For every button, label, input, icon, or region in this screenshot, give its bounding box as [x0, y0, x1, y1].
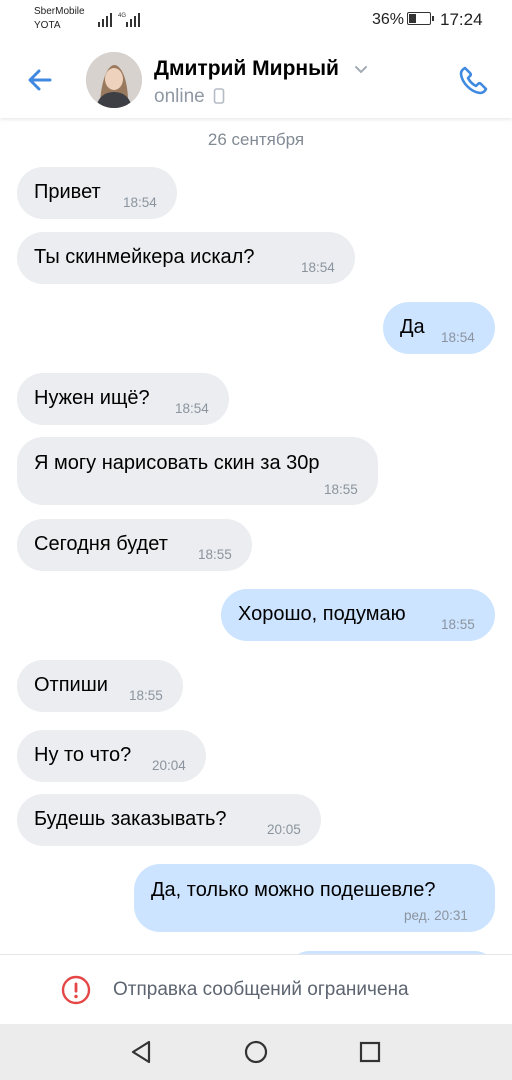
message-time: 18:55: [324, 482, 358, 497]
message-text: Отпиши: [34, 674, 108, 696]
back-arrow-icon[interactable]: [22, 62, 58, 98]
message-text: Ты скинмейкера искал?: [34, 246, 255, 268]
message-text: Да, только можно подешевле?: [151, 879, 436, 901]
message-text: Я могу нарисовать скин за 30р: [34, 452, 320, 474]
carrier-name-1: SberMobile: [34, 6, 85, 17]
restriction-text: Отправка сообщений ограничена: [113, 979, 409, 1000]
message-time: 20:04: [152, 758, 186, 773]
recents-square-icon[interactable]: [355, 1037, 385, 1067]
message-incoming[interactable]: Отпиши 18:55: [17, 660, 183, 712]
online-status: online: [154, 86, 225, 108]
date-separator: 26 сентября: [207, 130, 305, 149]
message-text: Сегодня будет: [34, 533, 168, 555]
message-incoming[interactable]: Сегодня будет 18:55: [17, 519, 252, 571]
system-nav-bar: [0, 1024, 512, 1080]
battery-percent: 36%: [372, 11, 405, 28]
message-time: 18:54: [175, 401, 209, 416]
message-text: Привет: [34, 181, 101, 203]
phone-call-icon[interactable]: [456, 62, 492, 98]
back-triangle-icon[interactable]: [127, 1037, 157, 1067]
avatar-photo: [86, 52, 142, 108]
carrier-name-2: YOTA: [34, 20, 61, 31]
message-time: ред. 20:31: [404, 908, 468, 923]
online-status-text: online: [154, 86, 205, 107]
status-bar: SberMobile YOTA 4G 36% 17:24: [0, 0, 512, 40]
message-incoming[interactable]: Я могу нарисовать скин за 30р 18:55: [17, 437, 378, 505]
chevron-down-icon[interactable]: [354, 65, 368, 75]
message-incoming[interactable]: Будешь заказывать? 20:05: [17, 794, 321, 846]
alert-circle-icon: [61, 975, 91, 1005]
message-time: 18:55: [198, 547, 232, 562]
message-time: 18:54: [441, 330, 475, 345]
message-restricted-bar: Отправка сообщений ограничена: [0, 954, 512, 1025]
message-outgoing[interactable]: Да, только можно подешевле? ред. 20:31: [134, 864, 495, 932]
svg-text:4G: 4G: [118, 13, 126, 19]
message-incoming[interactable]: Нужен ищё? 18:54: [17, 373, 229, 425]
signal-icon: 4G: [98, 13, 140, 27]
carrier-info: SberMobile YOTA: [34, 5, 85, 33]
message-text: Будешь заказывать?: [34, 808, 227, 830]
message-text: Хорошо, подумаю: [238, 603, 406, 625]
clock: 17:24: [440, 10, 483, 29]
message-text: Ну то что?: [34, 744, 132, 766]
message-time: 18:55: [441, 617, 475, 632]
message-text: Да: [400, 316, 425, 338]
message-list[interactable]: 26 сентября Привет 18:54 Ты скинмейкера …: [0, 118, 512, 954]
chat-header: Дмитрий Мирный online: [0, 40, 512, 118]
message-incoming[interactable]: Ну то что? 20:04: [17, 730, 206, 782]
avatar[interactable]: [86, 52, 142, 108]
message-text: Нужен ищё?: [34, 387, 150, 409]
home-circle-icon[interactable]: [241, 1037, 271, 1067]
message-incoming[interactable]: Ты скинмейкера искал? 18:54: [17, 232, 355, 284]
mobile-device-icon: [213, 88, 225, 104]
contact-name[interactable]: Дмитрий Мирный: [154, 57, 339, 81]
message-outgoing[interactable]: Хорошо, подумаю 18:55: [221, 589, 495, 641]
message-time: 20:05: [267, 822, 301, 837]
message-time: 18:55: [129, 688, 163, 703]
battery-icon: [407, 12, 434, 25]
message-outgoing[interactable]: Да 18:54: [383, 302, 495, 354]
battery-fill: [409, 14, 416, 23]
message-time: 18:54: [301, 260, 335, 275]
message-incoming[interactable]: Привет 18:54: [17, 167, 177, 219]
message-time: 18:54: [123, 195, 157, 210]
